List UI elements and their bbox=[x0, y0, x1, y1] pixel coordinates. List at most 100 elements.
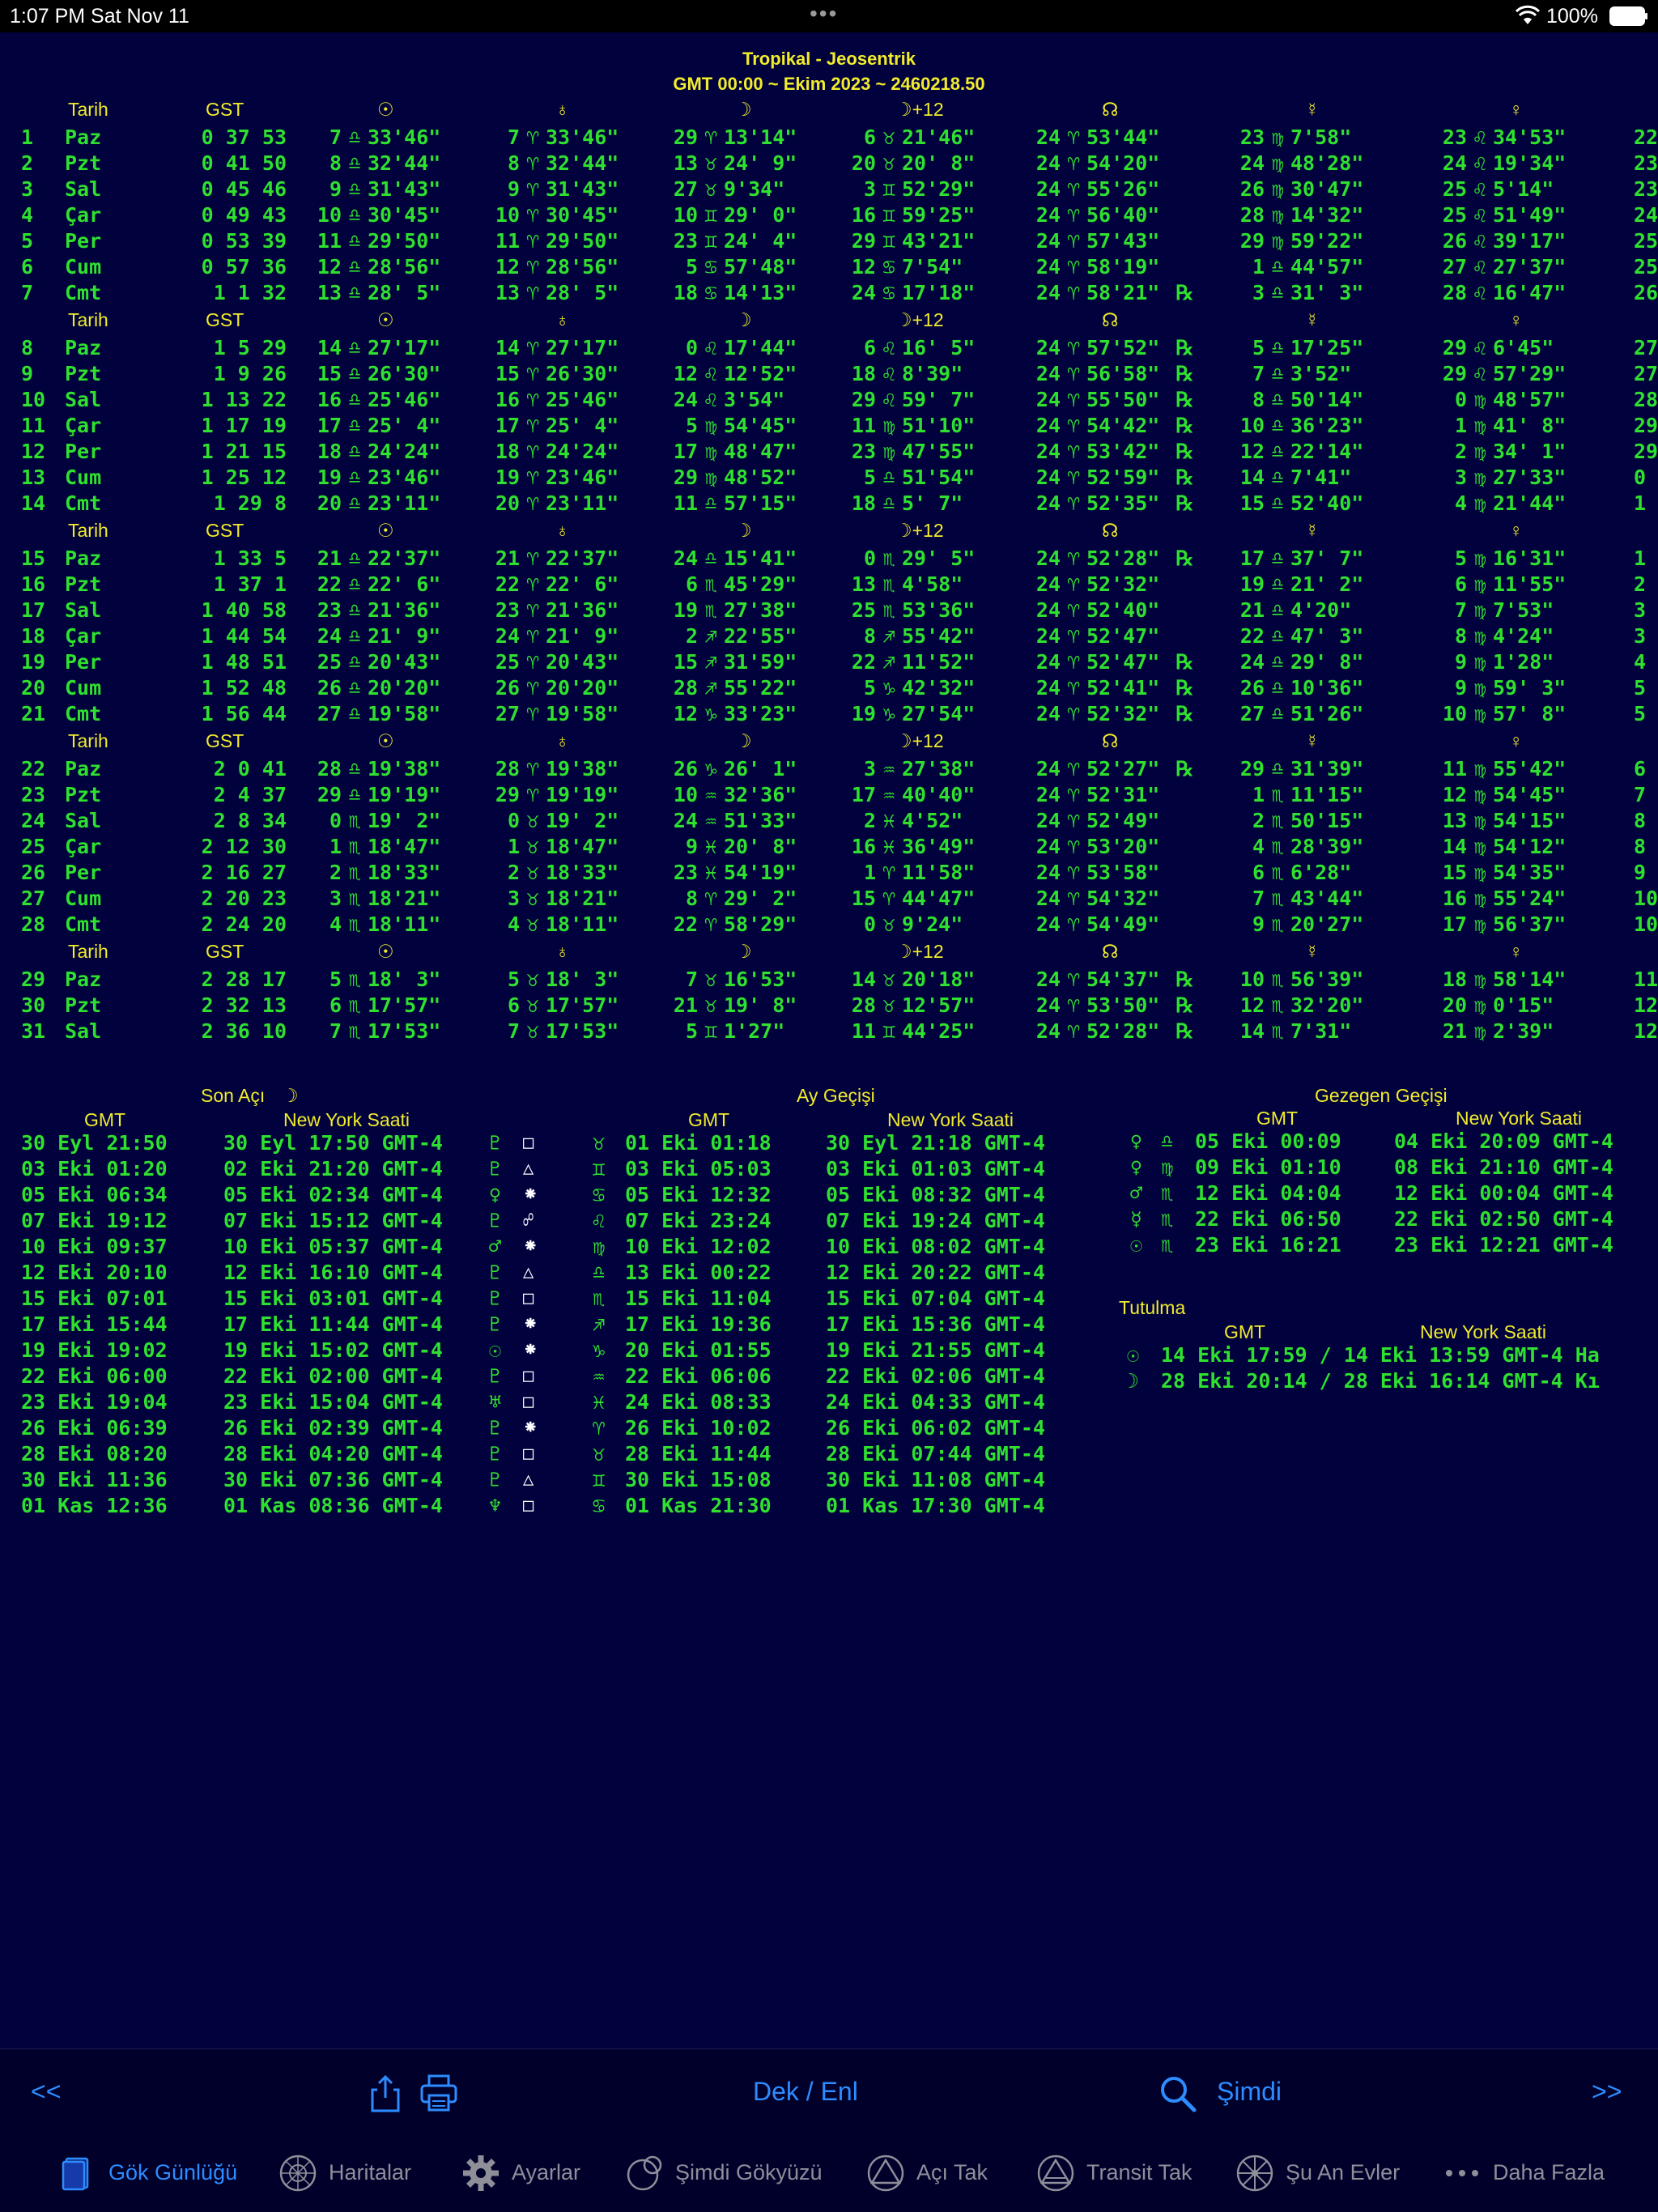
venus-sign-symbol: ♍ bbox=[1473, 912, 1486, 936]
tab-more[interactable]: Daha Fazla bbox=[1443, 2133, 1605, 2212]
node-degree: 24 bbox=[1035, 993, 1061, 1017]
venus-minutes: 19'34" bbox=[1493, 151, 1567, 175]
tab-current-houses[interactable]: Şu An Evler bbox=[1235, 2133, 1400, 2212]
sun-degree: 12 bbox=[317, 255, 342, 279]
venus-degree: 9 bbox=[1454, 650, 1467, 674]
moon12-sign-symbol: ♒ bbox=[882, 757, 895, 781]
c3-degree: 21 bbox=[495, 547, 520, 570]
weekday: Pzt bbox=[65, 362, 102, 385]
earth-header: ♁ bbox=[555, 730, 570, 751]
c3-minutes: 25' 4" bbox=[546, 414, 619, 437]
tab-aspect-tracker[interactable]: Açı Tak bbox=[866, 2133, 988, 2212]
tab-sky-journal[interactable]: Gök Günlüğü bbox=[58, 2133, 237, 2212]
moon-degree: 29 bbox=[673, 125, 698, 149]
venus-sign-symbol: ♍ bbox=[1473, 861, 1486, 884]
c3-degree: 28 bbox=[495, 757, 520, 781]
moon-header: ☽ bbox=[735, 309, 752, 330]
sun-degree: 21 bbox=[317, 547, 342, 570]
weekday: Cmt bbox=[65, 281, 102, 304]
son-aci-gmt: 19 Eki 19:02 bbox=[21, 1338, 168, 1362]
venus-minutes: 34'53" bbox=[1493, 125, 1567, 149]
c3-sign-symbol: ♈ bbox=[526, 572, 539, 596]
prev-month-button[interactable]: << bbox=[31, 2049, 61, 2134]
moon-sign-symbol: ♑ bbox=[704, 757, 717, 781]
ay-gecisi-sign-symbol: ♊ bbox=[593, 1468, 606, 1491]
sun-minutes: 18' 3" bbox=[368, 968, 441, 991]
gst-value: 1 29 8 bbox=[213, 491, 287, 515]
ay-gecisi-ny: 01 Kas 17:30 GMT-4 bbox=[826, 1494, 1045, 1517]
node-minutes: 52'31" bbox=[1086, 783, 1160, 806]
moon12-sign-symbol: ♌ bbox=[882, 336, 895, 359]
now-button[interactable]: Şimdi bbox=[1217, 2049, 1282, 2134]
venus-sign-symbol: ♍ bbox=[1473, 414, 1486, 437]
node-degree: 24 bbox=[1035, 229, 1061, 253]
next-column-degree: 2 bbox=[1634, 572, 1647, 596]
tab-label: Açı Tak bbox=[916, 2160, 988, 2184]
son-aci-planet-symbol: ☉ bbox=[489, 1338, 502, 1362]
mercury-sign-symbol: ♎ bbox=[1271, 362, 1284, 385]
transit-triangle-icon bbox=[1037, 2155, 1074, 2191]
c3-minutes: 28'56" bbox=[546, 255, 619, 279]
next-column-degree: 12 bbox=[1634, 993, 1658, 1017]
node-minutes: 54'49" bbox=[1086, 912, 1160, 936]
search-icon[interactable] bbox=[1159, 2075, 1197, 2112]
mercury-minutes: 21' 2" bbox=[1290, 572, 1364, 596]
share-icon[interactable] bbox=[369, 2074, 402, 2112]
mercury-degree: 12 bbox=[1239, 993, 1265, 1017]
moon12-sign-symbol: ♓ bbox=[882, 809, 895, 832]
moon-sign-symbol: ♓ bbox=[704, 835, 717, 858]
mercury-minutes: 31' 3" bbox=[1290, 281, 1364, 304]
print-icon[interactable] bbox=[419, 2074, 458, 2112]
c3-degree: 1 bbox=[507, 835, 520, 858]
node-degree: 24 bbox=[1035, 414, 1061, 437]
sun-minutes: 21' 9" bbox=[368, 624, 441, 648]
venus-degree: 5 bbox=[1454, 547, 1467, 570]
node-sign-symbol: ♈ bbox=[1067, 887, 1080, 910]
mercury-degree: 22 bbox=[1239, 624, 1265, 648]
weekday: Pzt bbox=[65, 993, 102, 1017]
node-sign-symbol: ♈ bbox=[1067, 598, 1080, 622]
node-degree: 24 bbox=[1035, 388, 1061, 411]
c3-minutes: 24'24" bbox=[546, 440, 619, 463]
moon-degree: 19 bbox=[673, 598, 698, 622]
moon-degree: 23 bbox=[673, 229, 698, 253]
venus-minutes: 2'39" bbox=[1493, 1019, 1554, 1043]
c3-sign-symbol: ♈ bbox=[526, 547, 539, 570]
next-column-degree: 29 bbox=[1634, 414, 1658, 437]
son-aci-aspect-symbol: □ bbox=[523, 1444, 534, 1464]
sun-sign-symbol: ♏ bbox=[348, 861, 361, 884]
moon-degree: 5 bbox=[685, 1019, 698, 1043]
next-month-button[interactable]: >> bbox=[1592, 2049, 1622, 2134]
node-header: ☊ bbox=[1102, 309, 1119, 330]
tab-charts[interactable]: Haritalar bbox=[278, 2133, 411, 2212]
moon-degree: 17 bbox=[673, 440, 698, 463]
moon-sign-symbol: ♈ bbox=[704, 912, 717, 936]
c3-degree: 2 bbox=[507, 861, 520, 884]
node-degree: 24 bbox=[1035, 783, 1061, 806]
day-number: 12 bbox=[21, 440, 46, 463]
ay-gecisi-ny: 07 Eki 19:24 GMT-4 bbox=[826, 1209, 1045, 1232]
next-column-degree: 1 bbox=[1634, 547, 1647, 570]
moon-sign-symbol: ♍ bbox=[704, 466, 717, 489]
venus-header: ♀ bbox=[1509, 99, 1524, 120]
sun-minutes: 19'38" bbox=[368, 757, 441, 781]
sun-sign-symbol: ♎ bbox=[348, 151, 361, 175]
tab-current-sky[interactable]: Şimdi Gökyüzü bbox=[625, 2133, 823, 2212]
c3-minutes: 33'46" bbox=[546, 125, 619, 149]
venus-sign-symbol: ♌ bbox=[1473, 281, 1486, 304]
tab-settings[interactable]: Ayarlar bbox=[461, 2133, 580, 2212]
tab-transit-tracker[interactable]: Transit Tak bbox=[1036, 2133, 1192, 2212]
moon-minutes: 32'36" bbox=[724, 783, 797, 806]
gst-value: 2 28 17 bbox=[201, 968, 287, 991]
moon12-sign-symbol: ♋ bbox=[882, 255, 895, 279]
declination-toggle-button[interactable]: Dek / Enl bbox=[753, 2049, 858, 2134]
venus-degree: 9 bbox=[1454, 676, 1467, 700]
day-number: 18 bbox=[21, 624, 46, 648]
day-number: 3 bbox=[21, 177, 34, 201]
moon12-sign-symbol: ♏ bbox=[882, 572, 895, 596]
moon-degree: 24 bbox=[673, 388, 698, 411]
c3-minutes: 17'57" bbox=[546, 993, 619, 1017]
node-minutes: 52'32" bbox=[1086, 572, 1160, 596]
weekday: Paz bbox=[65, 757, 102, 781]
moon12-degree: 18 bbox=[851, 362, 876, 385]
